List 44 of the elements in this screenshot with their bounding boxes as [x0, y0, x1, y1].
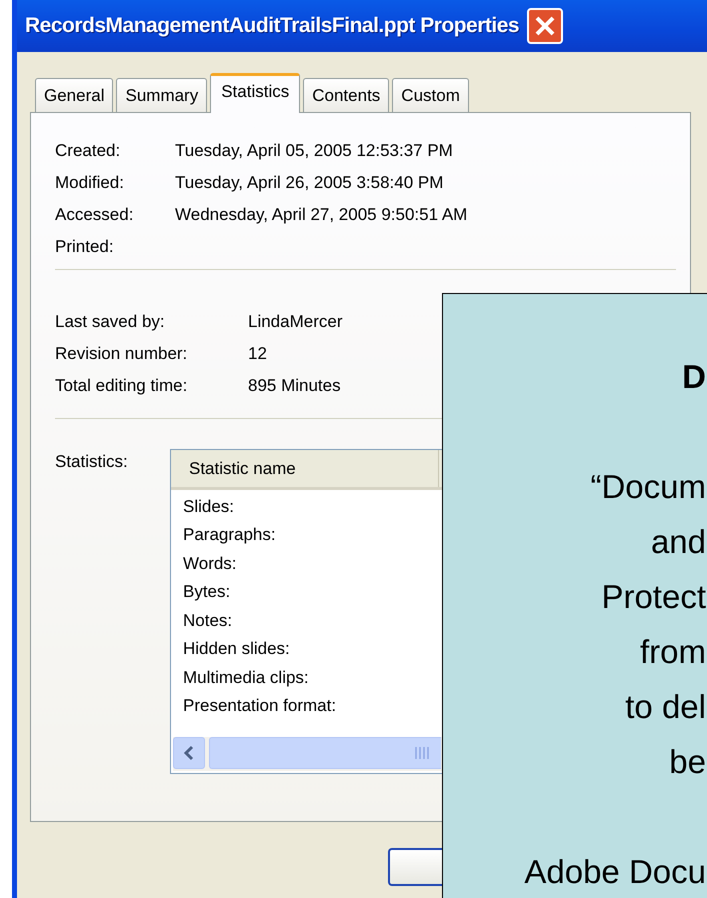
- callout-text: Protect: [601, 577, 706, 617]
- field-label: Total editing time:: [55, 375, 188, 398]
- callout-text: Adobe Docu: [524, 852, 706, 892]
- field-value: Wednesday, April 27, 2005 9:50:51 AM: [175, 204, 468, 226]
- dialog-button[interactable]: [388, 848, 442, 886]
- field-value: Tuesday, April 26, 2005 3:58:40 PM: [175, 172, 444, 194]
- tab[interactable]: Contents: [303, 78, 390, 112]
- field-label: Created:: [55, 140, 122, 162]
- list-item: Hidden slides:: [183, 638, 290, 660]
- callout-text: to del: [625, 687, 706, 727]
- tab[interactable]: Summary: [116, 78, 208, 112]
- field-label: Accessed:: [55, 204, 134, 226]
- horizontal-scrollbar[interactable]: [173, 737, 442, 771]
- list-item: Bytes:: [183, 581, 230, 603]
- chevron-left-icon: [183, 745, 195, 761]
- tab[interactable]: Statistics: [210, 73, 300, 113]
- field-label: Revision number:: [55, 343, 188, 366]
- close-icon: [534, 15, 556, 37]
- tab[interactable]: Custom: [392, 78, 469, 112]
- callout-text: be: [669, 742, 706, 782]
- tab[interactable]: General: [35, 78, 114, 112]
- scroll-left-button[interactable]: [173, 737, 205, 769]
- field-value: LindaMercer: [248, 311, 342, 334]
- list-item: Slides:: [183, 496, 234, 518]
- callout-text: “Docum: [590, 467, 706, 507]
- field-value: Tuesday, April 05, 2005 12:53:37 PM: [175, 140, 453, 162]
- callout-text: from: [640, 632, 706, 672]
- list-item: Presentation format:: [183, 695, 336, 717]
- list-item: Words:: [183, 552, 237, 574]
- window-title: RecordsManagementAuditTrailsFinal.ppt Properties: [25, 13, 520, 40]
- statistics-label: Statistics:: [55, 451, 129, 473]
- callout-text: D: [682, 357, 706, 397]
- list-item: Paragraphs:: [183, 524, 276, 546]
- list-item: Multimedia clips:: [183, 666, 309, 688]
- scrollbar-thumb[interactable]: [209, 737, 441, 769]
- field-label: Last saved by:: [55, 311, 166, 334]
- field-value: 12: [248, 343, 267, 366]
- grip-icon: [415, 746, 429, 760]
- field-label: Printed:: [55, 236, 115, 258]
- field-value: 895 Minutes: [248, 375, 341, 398]
- list-item: Notes:: [183, 610, 232, 632]
- callout-text: and: [650, 522, 706, 562]
- close-button[interactable]: [527, 8, 564, 44]
- field-label: Modified:: [55, 172, 125, 194]
